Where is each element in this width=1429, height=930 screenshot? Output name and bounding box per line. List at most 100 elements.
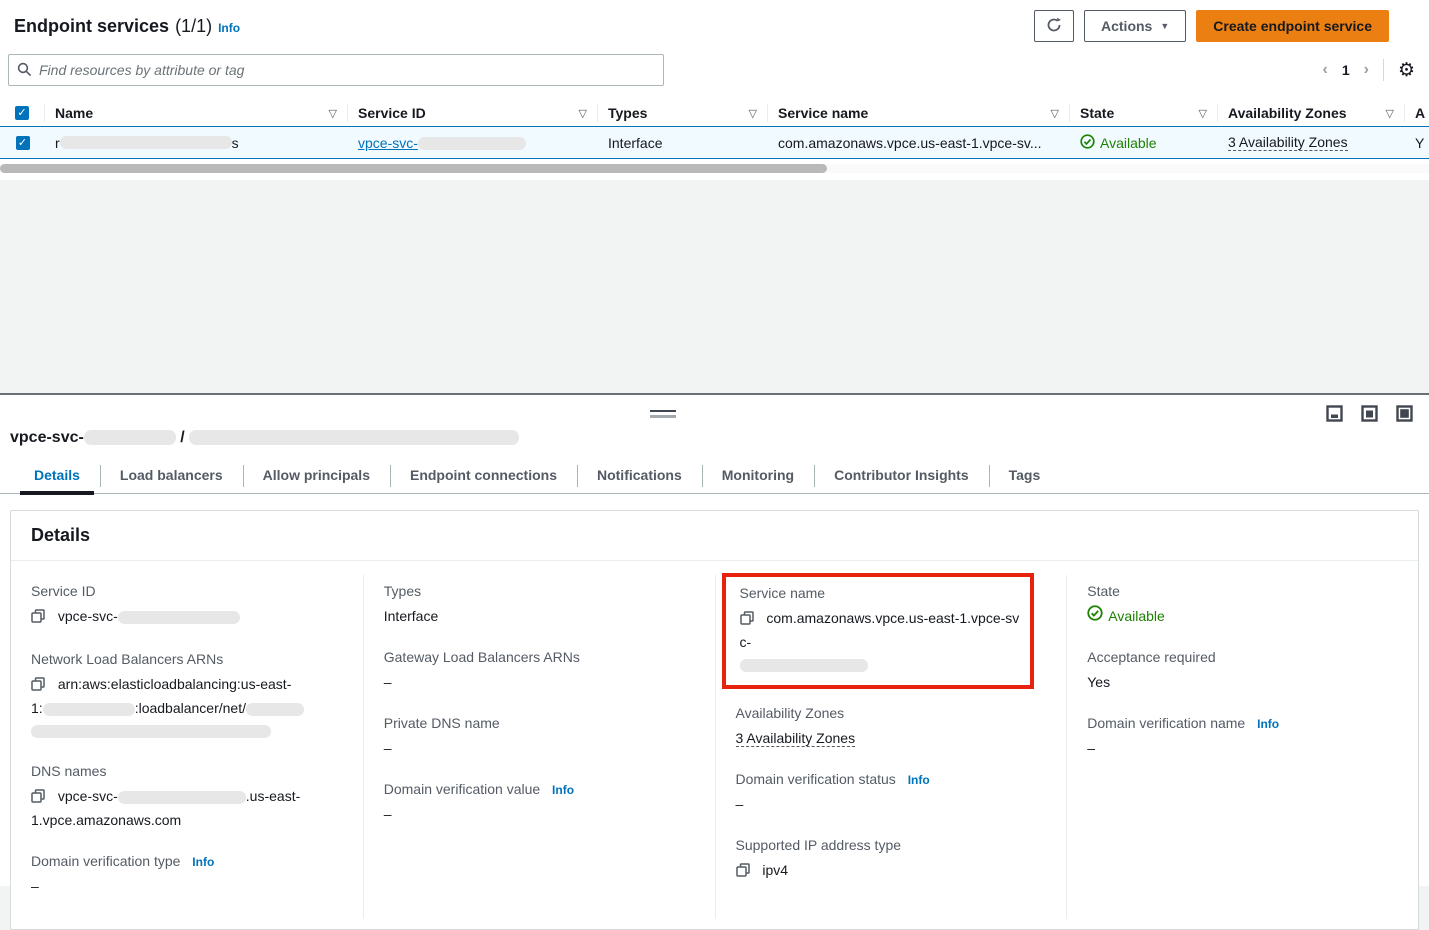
split-panel-drag-handle[interactable] bbox=[650, 410, 676, 418]
table-row[interactable]: ✓ r s vpce-svc- Interface com.amazonaws.… bbox=[0, 126, 1429, 159]
copy-icon[interactable] bbox=[31, 678, 45, 694]
search-input[interactable] bbox=[8, 54, 664, 86]
split-panel: vpce-svc- / Details Load balancers Allow… bbox=[0, 393, 1429, 886]
tab-notifications[interactable]: Notifications bbox=[577, 461, 702, 493]
page-number[interactable]: 1 bbox=[1342, 62, 1350, 78]
service-id-link[interactable]: vpce-svc- bbox=[358, 135, 526, 151]
row-checkbox[interactable]: ✓ bbox=[16, 136, 30, 150]
availability-zones-label: Availability Zones bbox=[736, 705, 1047, 721]
page-next-icon[interactable]: › bbox=[1364, 62, 1369, 78]
row-name-cell: r s bbox=[45, 127, 348, 158]
details-column-3: Service name com.amazonaws.vpce.us-east-… bbox=[715, 575, 1067, 919]
col-acceptance[interactable]: A bbox=[1415, 105, 1425, 121]
panel-position-bottom-icon[interactable] bbox=[1326, 405, 1343, 425]
domain-verification-type-info-link[interactable]: Info bbox=[192, 855, 214, 869]
preferences-gear-icon[interactable]: ⚙ bbox=[1398, 61, 1415, 80]
redacted-lb-name bbox=[246, 703, 304, 716]
domain-verification-status-info-link[interactable]: Info bbox=[908, 773, 930, 787]
horizontal-scrollbar[interactable] bbox=[0, 164, 1429, 173]
types-value: Interface bbox=[384, 605, 695, 627]
table-header-row: ✓ Name ▽ Service ID ▽ Types ▽ Service name ▽… bbox=[0, 100, 1429, 126]
row-state: Available bbox=[1080, 134, 1157, 152]
panel-position-full-icon[interactable] bbox=[1396, 405, 1413, 425]
supported-ip-value: ipv4 bbox=[762, 862, 788, 878]
copy-icon[interactable] bbox=[31, 790, 45, 806]
nlb-arn-line2-mid: :loadbalancer/net/ bbox=[135, 700, 246, 716]
col-state[interactable]: State bbox=[1080, 105, 1114, 121]
row-state-label: Available bbox=[1100, 135, 1157, 151]
tab-tags[interactable]: Tags bbox=[989, 461, 1061, 493]
row-types: Interface bbox=[608, 135, 662, 151]
dns-name-prefix: vpce-svc- bbox=[58, 788, 118, 804]
resource-title: vpce-svc- / bbox=[0, 395, 1429, 447]
private-dns-label: Private DNS name bbox=[384, 715, 695, 731]
acceptance-required-label: Acceptance required bbox=[1087, 649, 1398, 665]
filter-icon[interactable]: ▽ bbox=[1199, 107, 1207, 120]
page-prev-icon[interactable]: ‹ bbox=[1323, 62, 1328, 78]
create-endpoint-service-button[interactable]: Create endpoint service bbox=[1196, 10, 1389, 42]
tab-contributor-insights[interactable]: Contributor Insights bbox=[814, 461, 989, 493]
refresh-button[interactable] bbox=[1034, 10, 1074, 42]
filter-icon[interactable]: ▽ bbox=[749, 107, 757, 120]
domain-verification-name-info-link[interactable]: Info bbox=[1257, 717, 1279, 731]
service-id-value: vpce-svc- bbox=[58, 608, 118, 624]
redacted-account-id bbox=[43, 703, 135, 716]
header-info-link[interactable]: Info bbox=[218, 21, 240, 35]
domain-verification-value-info-link[interactable]: Info bbox=[552, 783, 574, 797]
scrollbar-thumb[interactable] bbox=[0, 164, 827, 173]
availability-zones-link[interactable]: 3 Availability Zones bbox=[736, 730, 856, 747]
search-icon bbox=[17, 62, 32, 80]
col-name[interactable]: Name bbox=[55, 105, 93, 121]
state-value-label: Available bbox=[1108, 605, 1165, 627]
filter-icon[interactable]: ▽ bbox=[579, 107, 587, 120]
glb-arns-label: Gateway Load Balancers ARNs bbox=[384, 649, 695, 665]
service-name-label: Service name bbox=[740, 585, 1021, 601]
glb-arns-value: – bbox=[384, 671, 695, 693]
tab-load-balancers[interactable]: Load balancers bbox=[100, 461, 243, 493]
filter-icon[interactable]: ▽ bbox=[329, 107, 337, 120]
service-name-value: com.amazonaws.vpce.us-east-1.vpce-svc- bbox=[740, 610, 1020, 650]
domain-verification-value-label: Domain verification value bbox=[384, 781, 540, 797]
tab-allow-principals[interactable]: Allow principals bbox=[243, 461, 390, 493]
details-column-1: Service ID vpce-svc- Network Load Balanc… bbox=[11, 575, 363, 919]
col-service-id[interactable]: Service ID bbox=[358, 105, 426, 121]
select-all-checkbox[interactable]: ✓ bbox=[15, 106, 29, 120]
types-label: Types bbox=[384, 583, 695, 599]
copy-icon[interactable] bbox=[31, 610, 45, 626]
check-icon: ✓ bbox=[18, 137, 27, 149]
details-column-4: State Available Acceptance required Yes bbox=[1066, 575, 1418, 919]
col-types[interactable]: Types bbox=[608, 105, 647, 121]
redacted-title-id bbox=[84, 430, 176, 445]
tab-endpoint-connections[interactable]: Endpoint connections bbox=[390, 461, 577, 493]
nlb-arns-label: Network Load Balancers ARNs bbox=[31, 651, 343, 667]
copy-icon[interactable] bbox=[736, 864, 750, 880]
details-card: Details Service ID vpce-svc- Network Loa… bbox=[10, 510, 1419, 930]
private-dns-value: – bbox=[384, 737, 695, 759]
actions-button-label: Actions bbox=[1101, 18, 1152, 34]
copy-icon[interactable] bbox=[740, 612, 754, 628]
redacted-arn-line3 bbox=[31, 725, 271, 738]
filter-icon[interactable]: ▽ bbox=[1051, 107, 1059, 120]
redacted-dns bbox=[118, 791, 246, 804]
redacted-service-name-suffix bbox=[740, 659, 868, 672]
row-service-name: com.amazonaws.vpce.us-east-1.vpce-sv... bbox=[778, 135, 1042, 151]
state-label: State bbox=[1087, 583, 1398, 599]
status-available-icon bbox=[1087, 605, 1103, 627]
col-service-name[interactable]: Service name bbox=[778, 105, 868, 121]
dns-names-label: DNS names bbox=[31, 763, 343, 779]
tab-monitoring[interactable]: Monitoring bbox=[702, 461, 814, 493]
domain-verification-type-value: – bbox=[31, 875, 343, 897]
endpoint-services-table: ✓ Name ▽ Service ID ▽ Types ▽ Service name ▽… bbox=[0, 100, 1429, 173]
filter-icon[interactable]: ▽ bbox=[1386, 107, 1394, 120]
page-title: Endpoint services bbox=[14, 16, 169, 37]
row-acceptance-clipped: Y bbox=[1415, 135, 1424, 151]
domain-verification-value-value: – bbox=[384, 803, 695, 825]
col-availability-zones[interactable]: Availability Zones bbox=[1228, 105, 1347, 121]
actions-button[interactable]: Actions ▼ bbox=[1084, 10, 1186, 42]
row-name-suffix: s bbox=[232, 135, 239, 151]
tab-details[interactable]: Details bbox=[14, 461, 100, 493]
row-availability-zones-link[interactable]: 3 Availability Zones bbox=[1228, 134, 1348, 151]
endpoint-services-panel: Endpoint services (1/1) Info Actions ▼ C… bbox=[0, 0, 1429, 180]
supported-ip-label: Supported IP address type bbox=[736, 837, 1047, 853]
panel-position-side-icon[interactable] bbox=[1361, 405, 1378, 425]
